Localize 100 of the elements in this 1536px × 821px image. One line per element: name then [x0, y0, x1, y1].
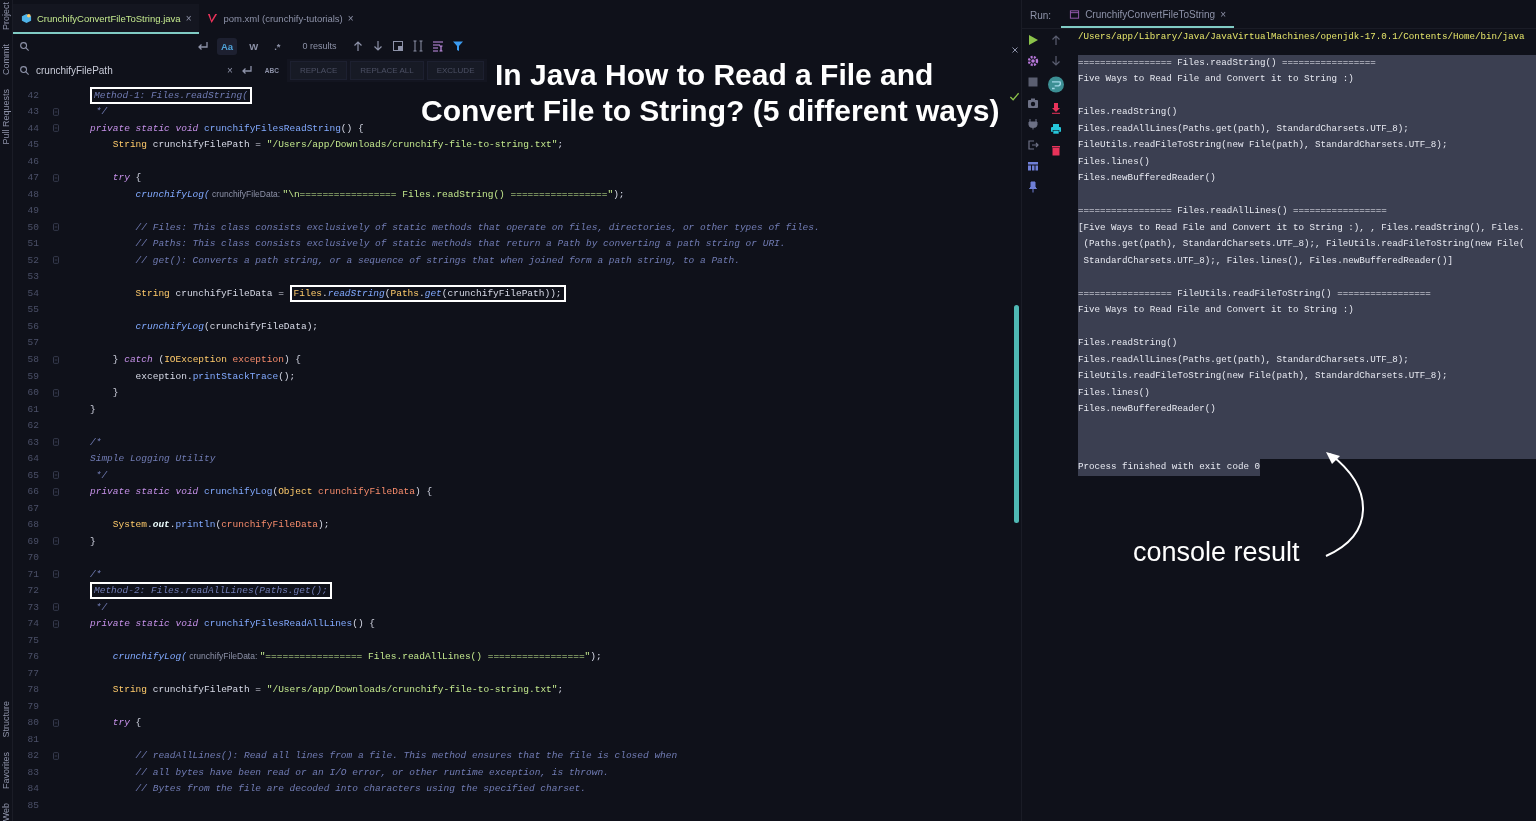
enter-icon[interactable]: [197, 40, 209, 52]
code-text: try {: [111, 717, 142, 729]
line-number: 77: [26, 667, 40, 679]
replace-field[interactable]: crunchifyFilePath: [36, 64, 216, 76]
tool-window-tab[interactable]: Favorites: [1, 751, 11, 789]
search-icon: [19, 40, 30, 52]
line-number: 81: [26, 733, 40, 745]
overlay-title: Convert File to String? (5 different ways): [421, 93, 1000, 129]
line-number: 83: [26, 766, 40, 778]
line-number: 52: [26, 254, 40, 266]
code-text: */: [94, 469, 108, 481]
console-line: ================= Files.readAllLines() =================: [1078, 204, 1388, 218]
code-text: }: [111, 387, 119, 399]
line-number: 59: [26, 370, 40, 382]
print-icon[interactable]: [1050, 122, 1062, 135]
console-line: Five Ways to Read File and Convert it to String :): [1078, 72, 1355, 86]
console-line: [Five Ways to Read File and Convert it to String :), , Files.readString(), Files.: [1078, 220, 1526, 235]
scroll-to-end-icon[interactable]: [1050, 101, 1062, 114]
highlight-box: Method-1: Files.readString(: [90, 86, 252, 104]
close-icon[interactable]: [1010, 45, 1020, 55]
line-number: 58: [26, 354, 40, 365]
line-number: 53: [26, 271, 40, 283]
stop-icon[interactable]: [1027, 75, 1039, 88]
pin-icon[interactable]: [1027, 180, 1039, 193]
down-arrow-icon[interactable]: [372, 40, 385, 52]
line-number: 57: [26, 337, 40, 349]
overlay-title: In Java How to Read a File and: [495, 57, 934, 93]
tool-window-tab[interactable]: Project: [1, 2, 11, 30]
filter-icon[interactable]: [452, 40, 465, 52]
code-text: private static void crunchifyFilesReadAllLines() {: [90, 618, 376, 630]
search-option-toggle[interactable]: Aa: [217, 37, 238, 55]
line-number: 73: [26, 601, 40, 613]
console-line: Five Ways to Read File and Convert it to String :): [1078, 303, 1355, 317]
down-arrow-icon[interactable]: [1050, 54, 1062, 67]
line-number: 74: [26, 618, 40, 630]
line-number: 50: [26, 221, 40, 233]
plug-icon[interactable]: [1027, 117, 1039, 130]
editor-tab[interactable]: CrunchifyConvertFileToString.java ×: [13, 4, 200, 34]
line-number: 64: [26, 453, 40, 465]
soft-wrap-icon[interactable]: [1048, 75, 1064, 93]
console-line: Files.readString(): [1078, 105, 1179, 119]
camera-icon[interactable]: [1027, 96, 1039, 109]
scrollbar[interactable]: [1014, 305, 1019, 523]
line-number: 68: [26, 519, 40, 531]
code-text: }: [90, 403, 96, 415]
line-number: 56: [26, 320, 40, 332]
code-text: System.out.println(crunchifyFileData);: [111, 519, 330, 531]
console-line: Files.lines(): [1078, 385, 1151, 400]
search-option-toggle[interactable]: W: [245, 37, 263, 55]
code-text: }: [90, 535, 96, 547]
console-line: Files.readAllLines(Paths.get(path), StandardCharsets.UTF_8);: [1078, 121, 1410, 136]
settings-icon[interactable]: [1027, 54, 1039, 67]
console-line: (Paths.get(path), StandardCharsets.UTF_8);, FileUtils.readFileToString(new File(: [1082, 237, 1526, 251]
run-tab[interactable]: CrunchifyConvertFileToString ×: [1061, 9, 1235, 28]
console-line: ================= Files.readString() =================: [1078, 55, 1377, 70]
layout-icon[interactable]: [1027, 159, 1039, 172]
code-text: /*: [90, 568, 102, 580]
code-text: private static void crunchifyLog(Object crunchifyFileData) {: [90, 486, 433, 498]
line-number: 70: [26, 552, 40, 564]
tool-window-tab[interactable]: Commit: [1, 44, 11, 75]
code-text: exception.printStackTrace();: [134, 370, 296, 382]
code-text: private static void crunchifyFilesReadString() {: [90, 122, 364, 134]
clear-button[interactable]: ×: [227, 64, 233, 76]
code-text: crunchifyLog( crunchifyFileData: "================= Files.readAllLines() =================");: [111, 651, 602, 663]
window-icon[interactable]: [392, 40, 405, 52]
up-arrow-icon[interactable]: [1050, 33, 1062, 46]
console-line: FileUtils.readFileToString(new File(path), StandardCharsets.UTF_8);: [1078, 369, 1449, 383]
line-number: 45: [26, 139, 40, 151]
search-option-toggle[interactable]: .*: [270, 37, 285, 55]
line-number: 62: [26, 420, 40, 432]
text-cursor-icon[interactable]: [412, 40, 425, 52]
code-text: String crunchifyFilePath = "/Users/app/Downloads/crunchify-file-to-string.txt";: [111, 139, 564, 151]
code-text: // get(): Converts a path string, or a sequence of strings that when joined form a path string, to a Path.: [134, 254, 740, 266]
tool-window-tab[interactable]: Pull Requests: [1, 89, 11, 145]
code-text: */: [94, 106, 108, 118]
enter-icon[interactable]: [240, 64, 253, 76]
trash-icon[interactable]: [1050, 143, 1062, 156]
line-number: 82: [26, 750, 40, 762]
window-icon: [1069, 9, 1081, 20]
code-text: crunchifyLog(crunchifyFileData);: [134, 320, 319, 332]
console-line: Files.readString(): [1078, 336, 1179, 350]
line-number: 42: [26, 89, 40, 101]
code-text: // Bytes from the file are decoded into characters using the specified charset.: [134, 783, 586, 795]
code-text: // Paths: This class consists exclusively of static methods that return a Path by converting a path string or URI.: [134, 238, 786, 250]
tool-window-tab[interactable]: Web: [1, 802, 11, 821]
code-text: /*: [90, 436, 102, 448]
console-line: Files.readAllLines(Paths.get(path), StandardCharsets.UTF_8);: [1078, 352, 1410, 367]
annotation-label: console result: [1133, 537, 1300, 568]
line-number: 85: [26, 799, 40, 811]
filter-lines-icon[interactable]: [432, 40, 445, 52]
line-number: 48: [26, 188, 40, 200]
line-number: 46: [26, 155, 40, 167]
tool-window-tab[interactable]: Structure: [1, 701, 11, 738]
editor-tab[interactable]: pom.xml (crunchify-tutorials) ×: [199, 4, 362, 34]
line-number: 51: [26, 238, 40, 250]
exit-icon[interactable]: [1027, 138, 1039, 151]
line-number: 78: [26, 684, 40, 696]
line-number: 80: [26, 717, 40, 729]
line-number: 63: [26, 436, 40, 448]
play-icon[interactable]: [1027, 33, 1039, 46]
